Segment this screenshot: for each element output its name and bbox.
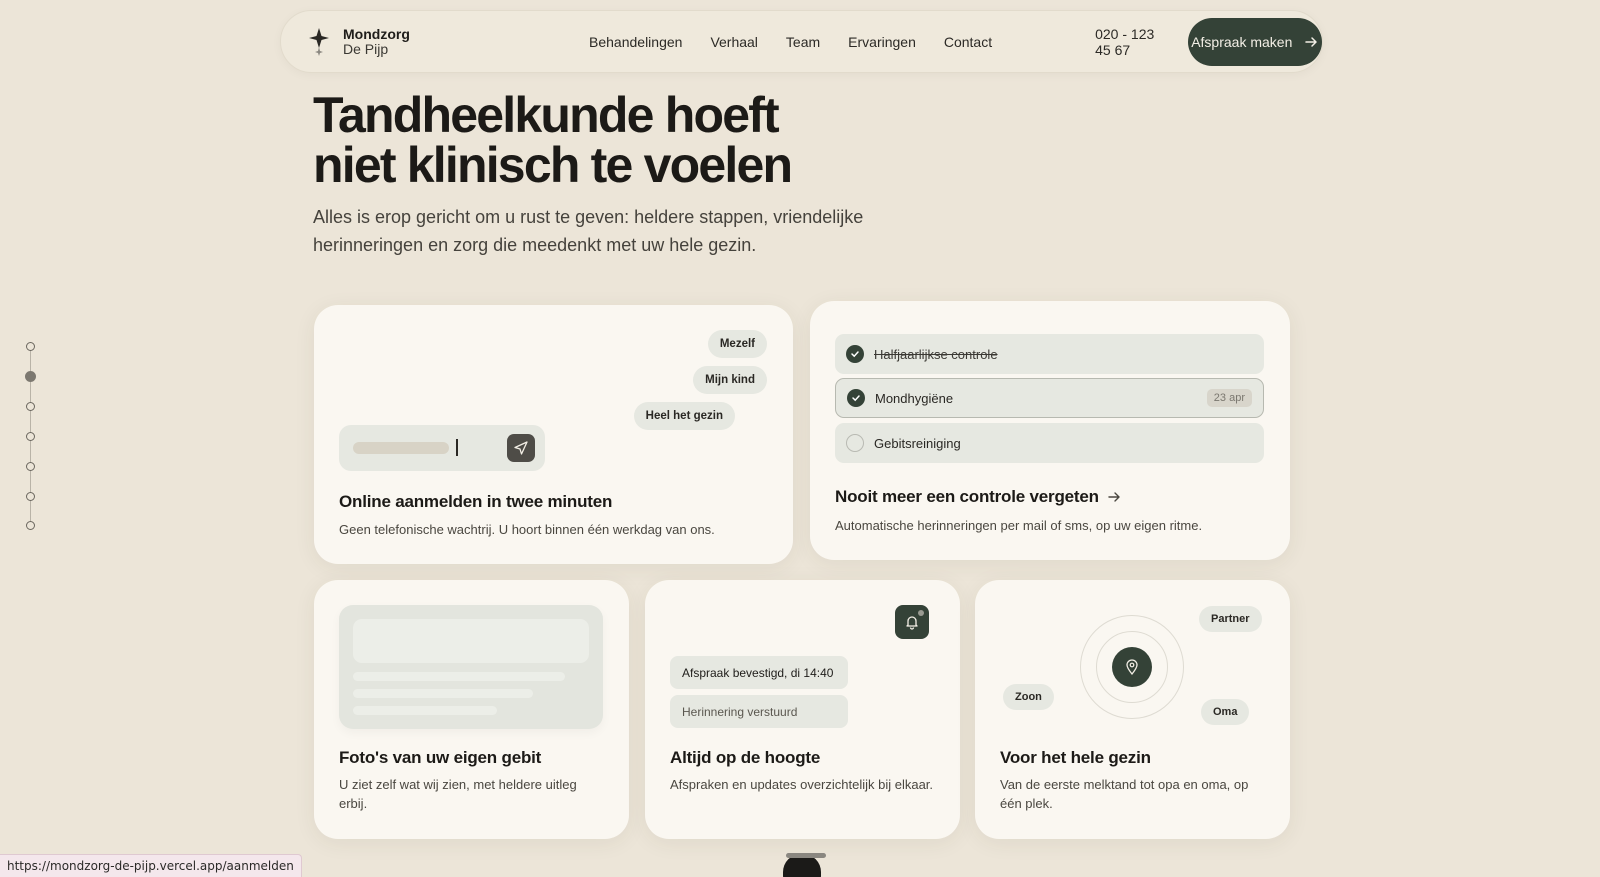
photo-line	[353, 706, 497, 715]
scroll-indicator-cap	[786, 853, 826, 858]
notification-bell[interactable]	[895, 605, 929, 639]
card-online-signup[interactable]: Mezelf Mijn kind Heel het gezin Online a…	[314, 305, 793, 564]
card-updates[interactable]: Afspraak bevestigd, di 14:40 Herinnering…	[645, 580, 960, 839]
main-menu: Behandelingen Verhaal Team Ervaringen Co…	[589, 34, 1020, 50]
date-badge: 23 apr	[1206, 389, 1252, 407]
send-button[interactable]	[507, 434, 535, 462]
section-dot-1[interactable]	[26, 342, 35, 351]
notification-text: Herinnering verstuurd	[682, 704, 798, 719]
task-halfjaarlijkse-controle[interactable]: Halfjaarlijkse controle	[835, 334, 1264, 374]
sparkle-logo-icon	[309, 27, 329, 56]
card-title: Voor het hele gezin	[1000, 748, 1151, 767]
card-description: U ziet zelf wat wij zien, met heldere ui…	[339, 777, 577, 811]
section-dot-5[interactable]	[26, 462, 35, 471]
photo-block	[353, 619, 589, 663]
book-appointment-button[interactable]: Afspraak maken	[1187, 17, 1322, 66]
top-navbar: Mondzorg De Pijp Behandelingen Verhaal T…	[280, 10, 1323, 73]
signup-input-mock[interactable]	[339, 425, 545, 471]
section-dot-nav	[25, 342, 36, 530]
card-family[interactable]: Partner Zoon Oma Voor het hele gezin Van…	[975, 580, 1290, 839]
card-description: Van de eerste melktand tot opa en oma, o…	[1000, 777, 1249, 811]
photo-preview-mock	[339, 605, 603, 729]
card-photos[interactable]: Foto's van uw eigen gebit U ziet zelf wa…	[314, 580, 629, 839]
card-description: Geen telefonische wachtrij. U hoort binn…	[339, 522, 715, 537]
section-dot-3[interactable]	[26, 402, 35, 411]
arrow-right-icon	[1108, 492, 1120, 502]
brand-name: Mondzorg	[343, 25, 410, 42]
chip-mijn-kind[interactable]: Mijn kind	[693, 366, 767, 394]
card-title: Online aanmelden in twee minuten	[339, 492, 613, 511]
send-icon	[514, 441, 528, 455]
check-done-icon	[847, 389, 865, 407]
section-dot-2[interactable]	[25, 371, 36, 382]
photo-line	[353, 672, 565, 681]
card-reminders[interactable]: Halfjaarlijkse controle Mondhygiëne 23 a…	[810, 301, 1290, 560]
check-empty-icon	[846, 434, 864, 452]
brand-sub: De Pijp	[343, 40, 389, 57]
task-label: Halfjaarlijkse controle	[874, 346, 998, 362]
card-title: Altijd op de hoogte	[670, 748, 821, 767]
chip-partner: Partner	[1199, 606, 1262, 632]
nav-item-behandelingen[interactable]: Behandelingen	[589, 34, 682, 50]
hero-title-line-2: niet klinisch te voelen	[313, 137, 793, 193]
card-title-link[interactable]: Nooit meer een controle vergeten	[835, 487, 1121, 507]
nav-item-contact[interactable]: Contact	[944, 34, 992, 50]
status-url-bar: https://mondzorg-de-pijp.vercel.app/aanm…	[0, 854, 302, 877]
bell-icon	[906, 616, 918, 630]
location-pin	[1112, 647, 1152, 687]
chip-zoon: Zoon	[1003, 684, 1054, 710]
section-dot-4[interactable]	[26, 432, 35, 441]
chip-heel-het-gezin[interactable]: Heel het gezin	[633, 402, 735, 430]
card-description: Automatische herinneringen per mail of s…	[835, 518, 1203, 533]
hero-subtitle: Alles is erop gericht om u rust te geven…	[313, 207, 864, 255]
chip-mezelf[interactable]: Mezelf	[707, 330, 767, 358]
chip-oma: Oma	[1201, 699, 1250, 725]
card-title: Nooit meer een controle vergeten	[835, 487, 1099, 506]
hero-title-line-1: Tandheelkunde hoeft	[313, 87, 780, 143]
task-mondhygiene[interactable]: Mondhygiëne 23 apr	[835, 378, 1264, 418]
photo-line	[353, 689, 533, 698]
text-caret	[456, 439, 458, 456]
card-description: Afspraken en updates overzichtelijk bij …	[670, 777, 934, 792]
nav-item-verhaal[interactable]: Verhaal	[710, 34, 757, 50]
task-gebitsreiniging[interactable]: Gebitsreiniging	[835, 423, 1264, 463]
notification-item: Afspraak bevestigd, di 14:40	[670, 656, 848, 689]
notification-item: Herinnering verstuurd	[670, 695, 848, 728]
nav-item-ervaringen[interactable]: Ervaringen	[848, 34, 916, 50]
section-dot-7[interactable]	[26, 521, 35, 530]
input-placeholder-bar	[353, 442, 449, 454]
phone-number[interactable]: 020 - 123 45 67	[1095, 26, 1173, 58]
card-title: Foto's van uw eigen gebit	[339, 748, 542, 767]
map-pin-icon	[1126, 659, 1138, 675]
section-dot-6[interactable]	[26, 492, 35, 501]
book-appointment-label: Afspraak maken	[1191, 33, 1293, 50]
nav-item-team[interactable]: Team	[786, 34, 820, 50]
check-done-icon	[846, 345, 864, 363]
notification-text: Afspraak bevestigd, di 14:40	[682, 665, 834, 680]
task-label: Gebitsreiniging	[874, 435, 961, 451]
unread-dot	[918, 610, 924, 616]
task-label: Mondhygiëne	[875, 390, 954, 406]
brand-logo[interactable]: Mondzorg De Pijp	[309, 25, 453, 57]
hero-title: Tandheelkunde hoeft niet klinisch te voe…	[313, 87, 793, 193]
arrow-right-icon	[1305, 36, 1318, 47]
